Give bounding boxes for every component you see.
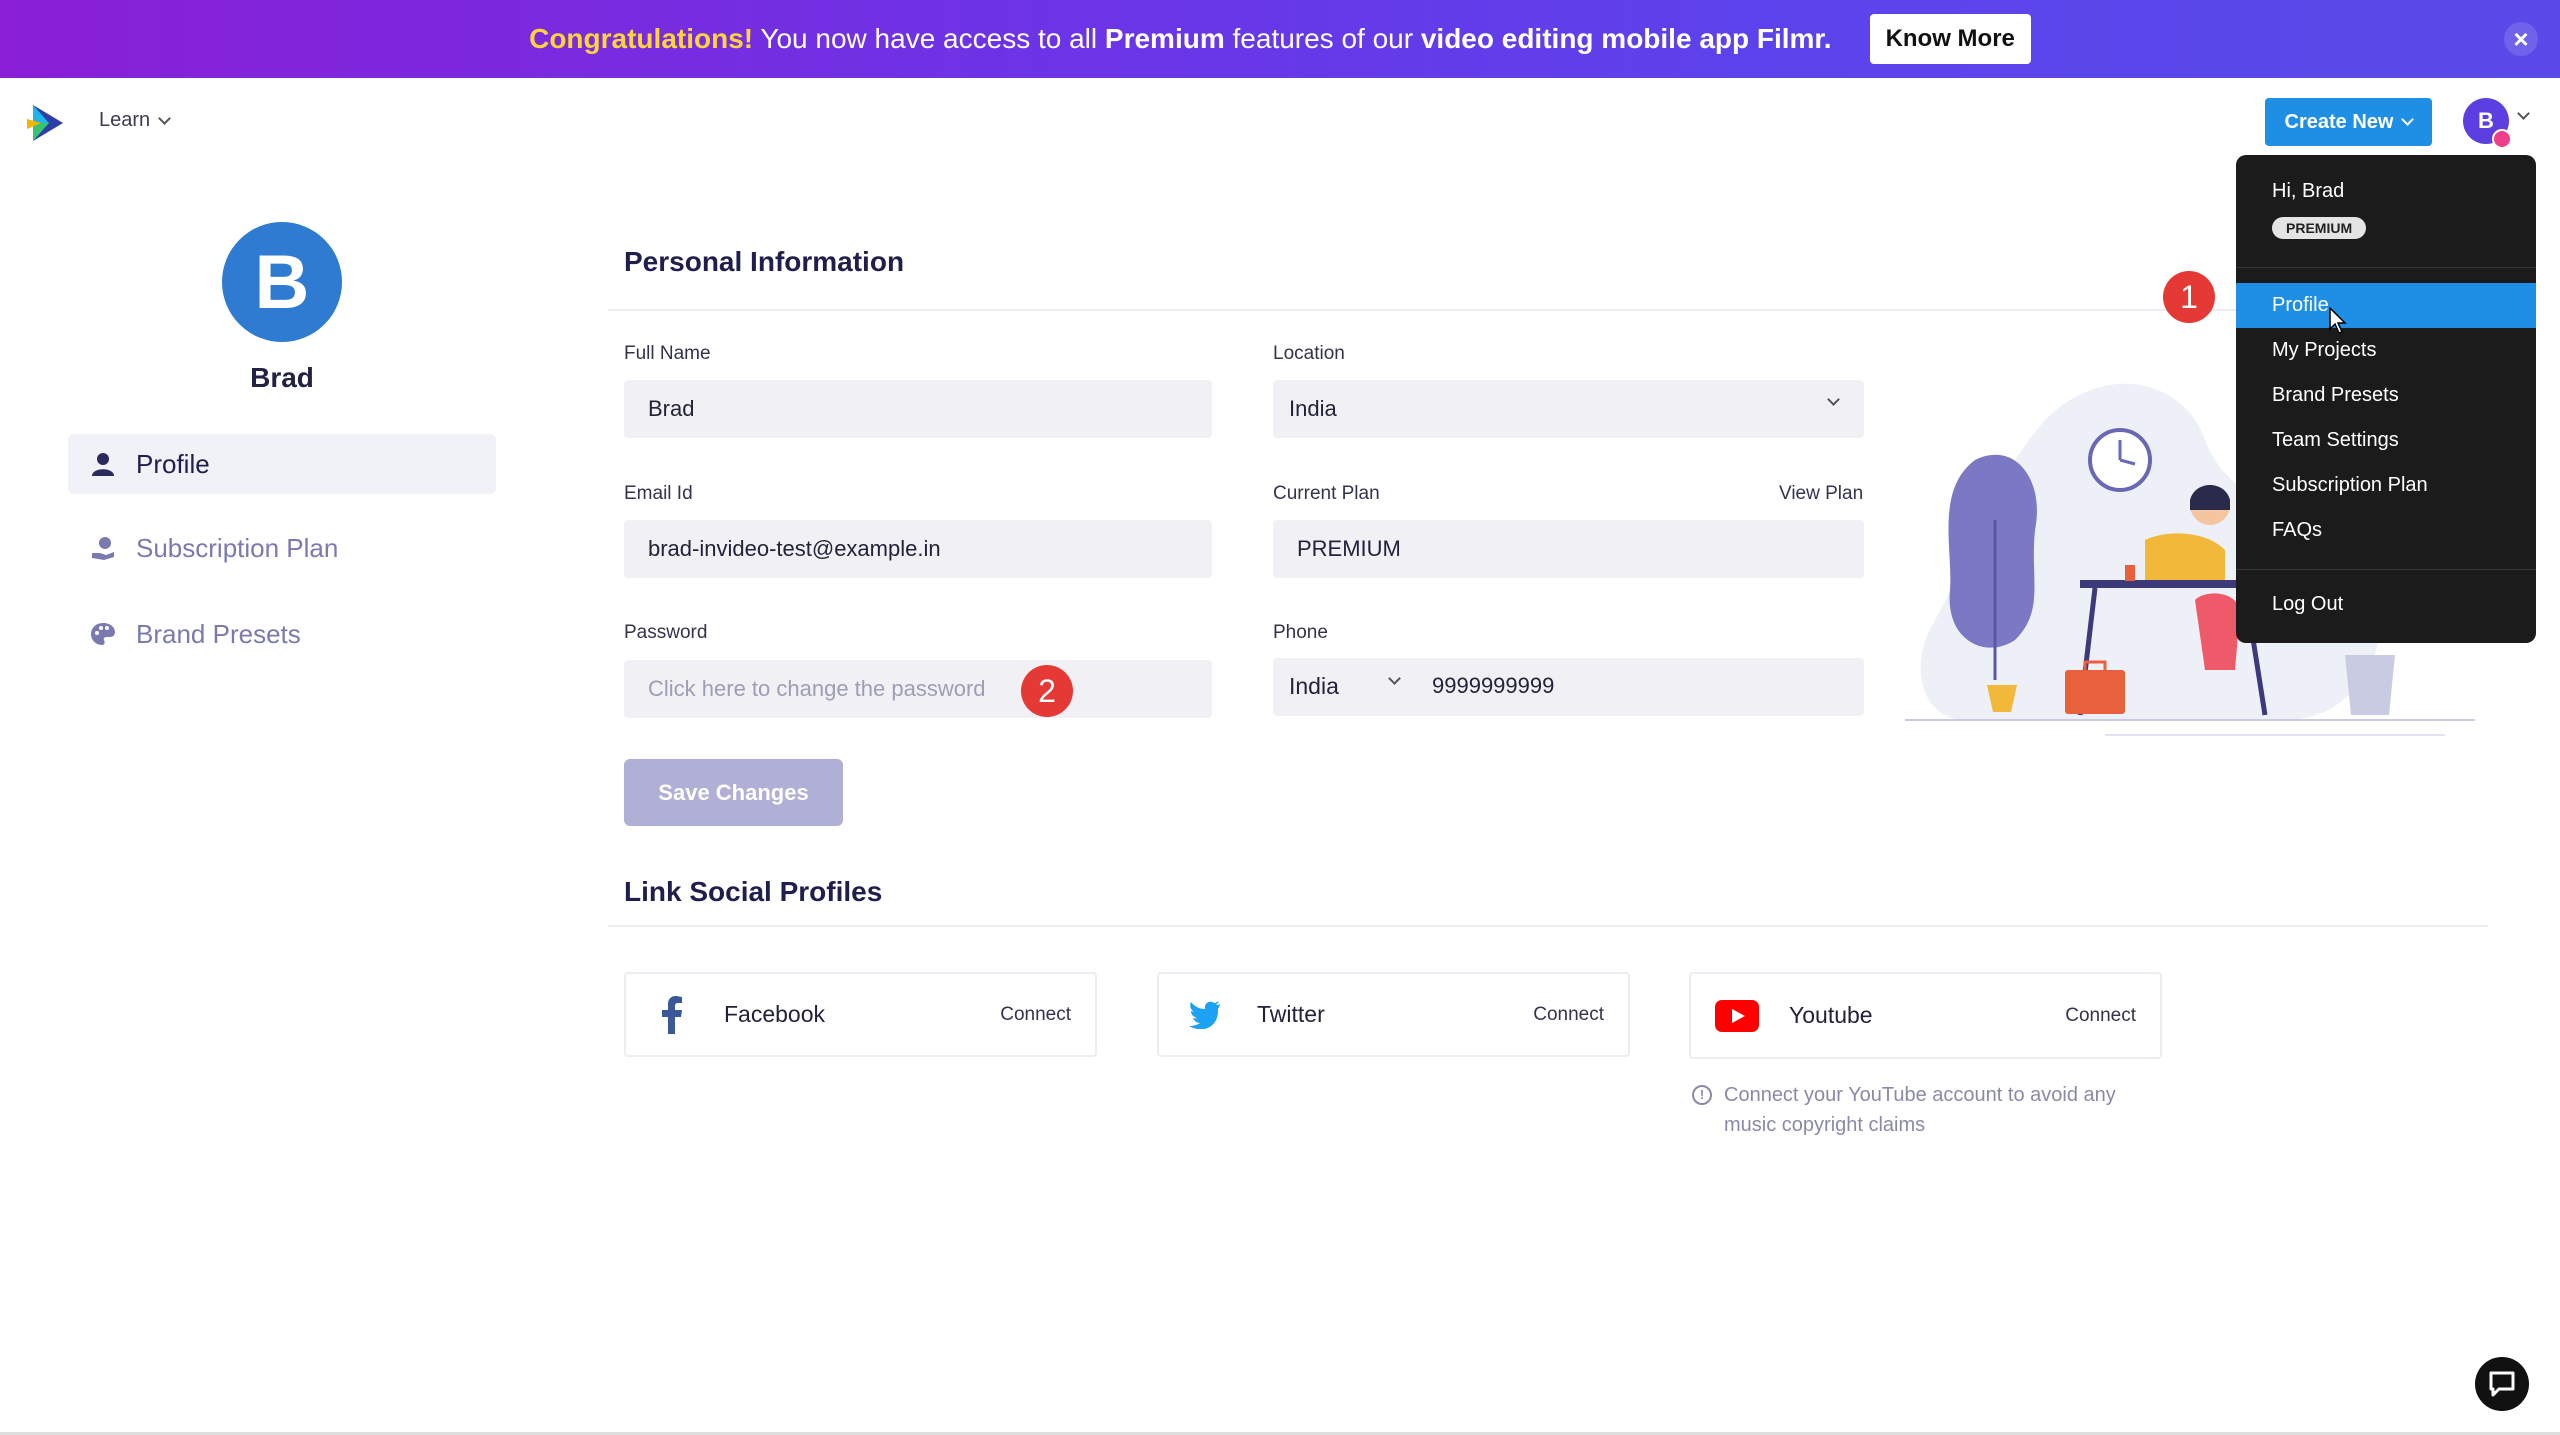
password-label: Password	[624, 622, 708, 643]
menu-item-team-settings[interactable]: Team Settings	[2236, 418, 2536, 463]
chat-icon	[2489, 1371, 2515, 1397]
annotation-marker-1: 1	[2163, 271, 2215, 323]
email-field[interactable]: brad-invideo-test@example.in	[624, 520, 1212, 578]
sidebar-item-label: Subscription Plan	[136, 532, 339, 563]
chevron-down-icon	[1827, 393, 1840, 406]
app-logo[interactable]	[27, 101, 67, 145]
know-more-button[interactable]: Know More	[1869, 14, 2031, 64]
full-name-field[interactable]: Brad	[624, 380, 1212, 438]
location-select[interactable]: India	[1273, 380, 1864, 438]
youtube-note: ! Connect your YouTube account to avoid …	[1692, 1080, 2162, 1140]
promo-bold-premium: Premium	[1104, 23, 1225, 54]
close-icon[interactable]: ×	[2504, 22, 2538, 56]
phone-number-input[interactable]: 9999999999	[1432, 673, 1554, 699]
menu-item-profile[interactable]: Profile	[2236, 283, 2536, 328]
facebook-connect-button[interactable]: Connect	[1000, 1004, 1071, 1026]
chevron-down-icon	[158, 111, 172, 125]
phone-country-select[interactable]: India	[1289, 673, 1339, 700]
create-new-button[interactable]: Create New	[2265, 98, 2432, 146]
chevron-down-icon	[2401, 113, 2415, 126]
promo-banner: Congratulations! You now have access to …	[0, 0, 2560, 78]
social-profiles-title: Link Social Profiles	[624, 876, 883, 907]
personal-info-title: Personal Information	[624, 246, 905, 277]
menu-item-faqs[interactable]: FAQs	[2236, 508, 2536, 553]
sidebar-item-brand-presets[interactable]: Brand Presets	[68, 604, 496, 664]
promo-text-part: You now have access to all	[753, 23, 1105, 54]
password-field[interactable]: Click here to change the password	[624, 660, 1212, 718]
location-label: Location	[1273, 343, 1345, 364]
sidebar-item-subscription[interactable]: Subscription Plan	[68, 518, 496, 578]
learn-menu[interactable]: Learn	[99, 109, 172, 132]
save-changes-button[interactable]: Save Changes	[624, 759, 843, 826]
phone-field[interactable]	[1273, 658, 1864, 716]
mouse-cursor-icon	[2329, 307, 2347, 334]
account-dropdown-menu: Hi, Brad PREMIUM Profile My Projects Bra…	[2236, 155, 2536, 643]
menu-item-brand-presets[interactable]: Brand Presets	[2236, 373, 2536, 418]
view-plan-link[interactable]: View Plan	[1779, 483, 1863, 505]
current-plan-field: PREMIUM	[1273, 520, 1864, 578]
youtube-label: Youtube	[1789, 1002, 1873, 1028]
sidebar-item-profile[interactable]: Profile	[68, 434, 496, 494]
email-label: Email Id	[624, 483, 693, 504]
person-icon	[92, 453, 114, 476]
facebook-card: Facebook Connect	[624, 972, 1097, 1057]
divider	[608, 925, 2488, 927]
youtube-connect-button[interactable]: Connect	[2065, 1005, 2136, 1027]
profile-user-name: Brad	[250, 362, 314, 393]
promo-text: Congratulations! You now have access to …	[529, 23, 1831, 55]
menu-item-my-projects[interactable]: My Projects	[2236, 328, 2536, 373]
twitter-card: Twitter Connect	[1157, 972, 1630, 1057]
palette-icon	[91, 623, 115, 645]
menu-divider	[2236, 267, 2536, 268]
menu-item-log-out[interactable]: Log Out	[2236, 582, 2536, 627]
promo-text-part: features of our	[1224, 23, 1421, 54]
create-new-label: Create New	[2284, 110, 2394, 133]
promo-highlight: Congratulations!	[529, 23, 754, 54]
crown-icon	[2492, 129, 2512, 149]
promo-bold-app: video editing mobile app Filmr.	[1420, 23, 1832, 54]
youtube-note-text: Connect your YouTube account to avoid an…	[1724, 1084, 2116, 1136]
annotation-marker-2: 2	[1021, 665, 1073, 717]
twitter-label: Twitter	[1257, 1001, 1325, 1027]
coin-hand-icon	[92, 537, 114, 560]
youtube-card: Youtube Connect	[1689, 972, 2162, 1059]
learn-label: Learn	[99, 109, 151, 131]
chat-support-button[interactable]	[2475, 1357, 2529, 1411]
facebook-label: Facebook	[724, 1001, 826, 1027]
full-name-label: Full Name	[624, 343, 711, 364]
menu-greeting: Hi, Brad	[2272, 180, 2345, 202]
facebook-icon	[650, 993, 694, 1037]
info-icon: !	[1692, 1085, 1712, 1105]
profile-avatar: B	[222, 222, 342, 342]
phone-label: Phone	[1273, 622, 1328, 643]
chevron-down-icon[interactable]	[2517, 107, 2530, 120]
sidebar-item-label: Brand Presets	[136, 618, 301, 649]
location-value: India	[1289, 396, 1337, 421]
premium-badge: PREMIUM	[2272, 217, 2367, 239]
sidebar-item-label: Profile	[136, 448, 210, 479]
twitter-connect-button[interactable]: Connect	[1533, 1004, 1604, 1026]
menu-divider	[2236, 569, 2536, 570]
youtube-icon	[1715, 994, 1759, 1038]
current-plan-label: Current Plan	[1273, 483, 1380, 504]
twitter-icon	[1183, 993, 1227, 1037]
menu-item-subscription-plan[interactable]: Subscription Plan	[2236, 463, 2536, 508]
